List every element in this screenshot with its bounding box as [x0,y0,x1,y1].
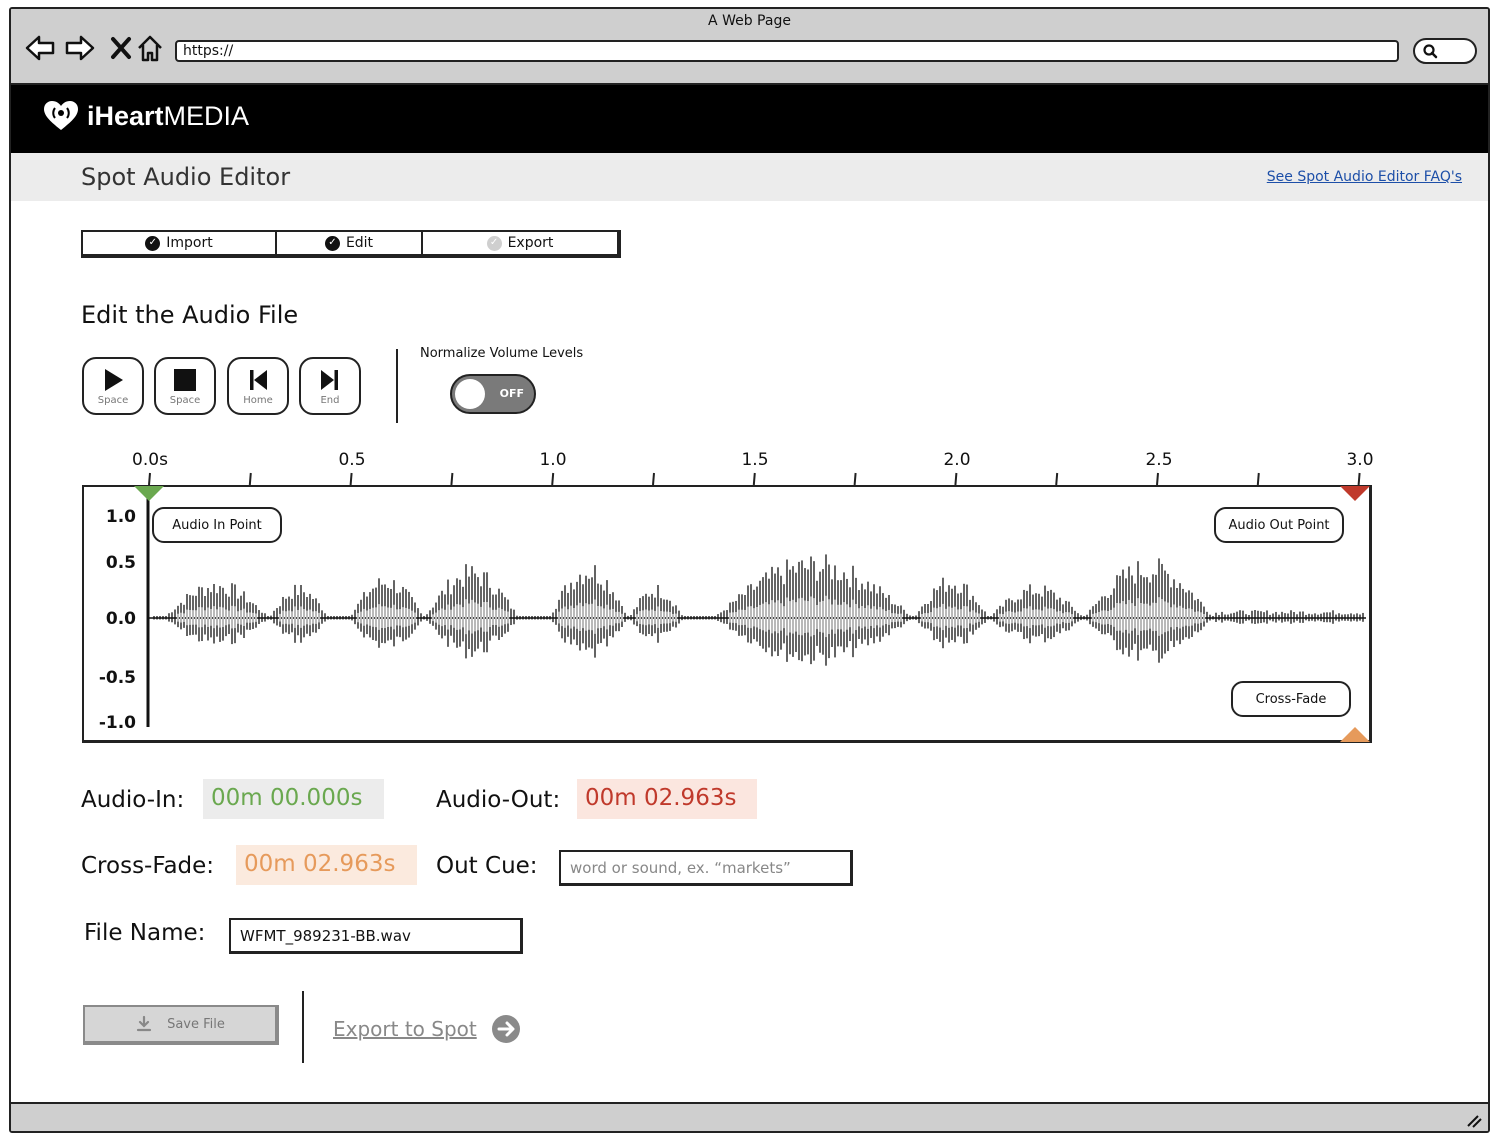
arrow-right-circle-icon [491,1015,520,1043]
ruler-tick [1055,472,1059,486]
toggle-state: OFF [499,387,524,400]
faq-link[interactable]: See Spot Audio Editor FAQ's [1267,169,1462,185]
step-import[interactable]: ✓ Import [83,232,277,254]
logo-text-bold: iHeart [87,100,164,131]
ruler-tick [1156,472,1159,486]
audio-out-label: Audio-Out: [436,787,561,813]
timeline-tick: 3.0 [1346,450,1374,470]
progress-stepper: ✓ Import ✓ Edit ✓ Export [81,230,621,258]
audio-in-marker[interactable] [133,485,165,503]
audio-in-value: 00m 00.000s [203,779,384,819]
audio-out-point-callout: Audio Out Point [1214,507,1344,543]
save-file-button[interactable]: Save File [83,1005,279,1045]
brand-bar: iHeart MEDIA [11,85,1488,153]
skip-to-end-button[interactable]: End [299,357,361,415]
browser-window: A Web Page https:// iHeart MEDIA Spot Au… [9,7,1490,1133]
timeline-tick: 2.0 [943,450,971,470]
out-cue-label: Out Cue: [436,853,538,879]
shortcut-hint: End [320,394,340,406]
divider [396,349,398,423]
cross-fade-value: 00m 02.963s [236,845,417,885]
iheartmedia-logo[interactable]: iHeart MEDIA [41,99,249,133]
step-edit[interactable]: ✓ Edit [277,232,423,254]
forward-icon[interactable] [63,33,97,63]
browser-search-button[interactable] [1413,38,1477,64]
download-icon [136,1015,152,1032]
resize-grip-icon[interactable] [1464,1112,1482,1128]
browser-chrome: A Web Page https:// [11,9,1488,85]
audio-in-label: Audio-In: [81,787,185,813]
skip-start-icon [250,369,267,390]
normalize-label: Normalize Volume Levels [420,346,584,361]
ruler-tick [349,472,353,486]
check-icon: ✓ [324,235,340,251]
window-title: A Web Page [708,13,791,29]
step-label: Import [166,235,213,251]
ruler-tick [752,472,756,486]
check-icon: ✓ [145,235,161,251]
timeline-tick: 0.5 [338,450,366,470]
ruler-tick [248,472,252,486]
save-file-label: Save File [167,1016,225,1032]
section-title: Edit the Audio File [81,301,299,329]
divider [302,991,304,1063]
home-icon[interactable] [133,33,167,63]
ruler-tick [954,472,958,486]
shortcut-hint: Home [243,394,273,406]
normalize-toggle[interactable]: OFF [450,374,536,414]
timeline-tick: 2.5 [1145,450,1173,470]
export-label: Export to Spot [333,1017,477,1041]
cross-fade-label: Cross-Fade: [81,853,215,879]
ruler-tick [450,472,454,486]
page-title: Spot Audio Editor [81,163,291,191]
ruler-tick [1357,472,1361,486]
back-icon[interactable] [23,33,57,63]
ruler-tick [148,472,151,486]
waveform-editor[interactable]: 1.0 0.5 0.0 -0.5 -1.0 Audio In Point Aud… [82,485,1372,743]
check-icon: ✓ [486,235,502,251]
timeline-tick: 1.5 [741,450,769,470]
audio-in-point-callout: Audio In Point [152,507,282,543]
timeline-tick: 0.0s [132,450,168,470]
audio-out-marker[interactable] [1339,485,1371,503]
audio-out-value: 00m 02.963s [577,779,757,819]
search-icon [1423,44,1438,59]
cross-fade-marker[interactable] [1339,725,1371,743]
ruler-tick [1256,472,1260,486]
stop-icon [174,368,196,391]
heart-logo-icon [44,101,78,130]
step-export[interactable]: ✓ Export [423,232,617,254]
step-label: Edit [345,235,374,251]
ruler-tick [551,472,555,486]
skip-to-start-button[interactable]: Home [227,357,289,415]
shortcut-hint: Space [169,394,201,406]
skip-end-icon [321,369,338,390]
shortcut-hint: Space [97,394,129,406]
ruler-tick [853,472,857,486]
play-button[interactable]: Space [82,357,144,415]
url-input[interactable]: https:// [175,40,1399,62]
status-bar [11,1102,1488,1131]
logo-text-light: MEDIA [163,100,250,131]
export-to-spot-link[interactable]: Export to Spot [333,1014,521,1044]
step-label: Export [507,235,554,251]
cross-fade-callout: Cross-Fade [1231,681,1351,717]
page-header: Spot Audio Editor See Spot Audio Editor … [11,153,1488,201]
timeline-tick: 1.0 [539,450,567,470]
toggle-knob [455,379,485,409]
ruler-tick [652,472,655,486]
file-name-input[interactable]: WFMT_989231-BB.wav [229,918,523,954]
play-icon [105,368,123,391]
file-name-label: File Name: [84,920,206,946]
out-cue-input[interactable]: word or sound, ex. “markets” [559,850,853,886]
stop-button[interactable]: Space [154,357,216,415]
